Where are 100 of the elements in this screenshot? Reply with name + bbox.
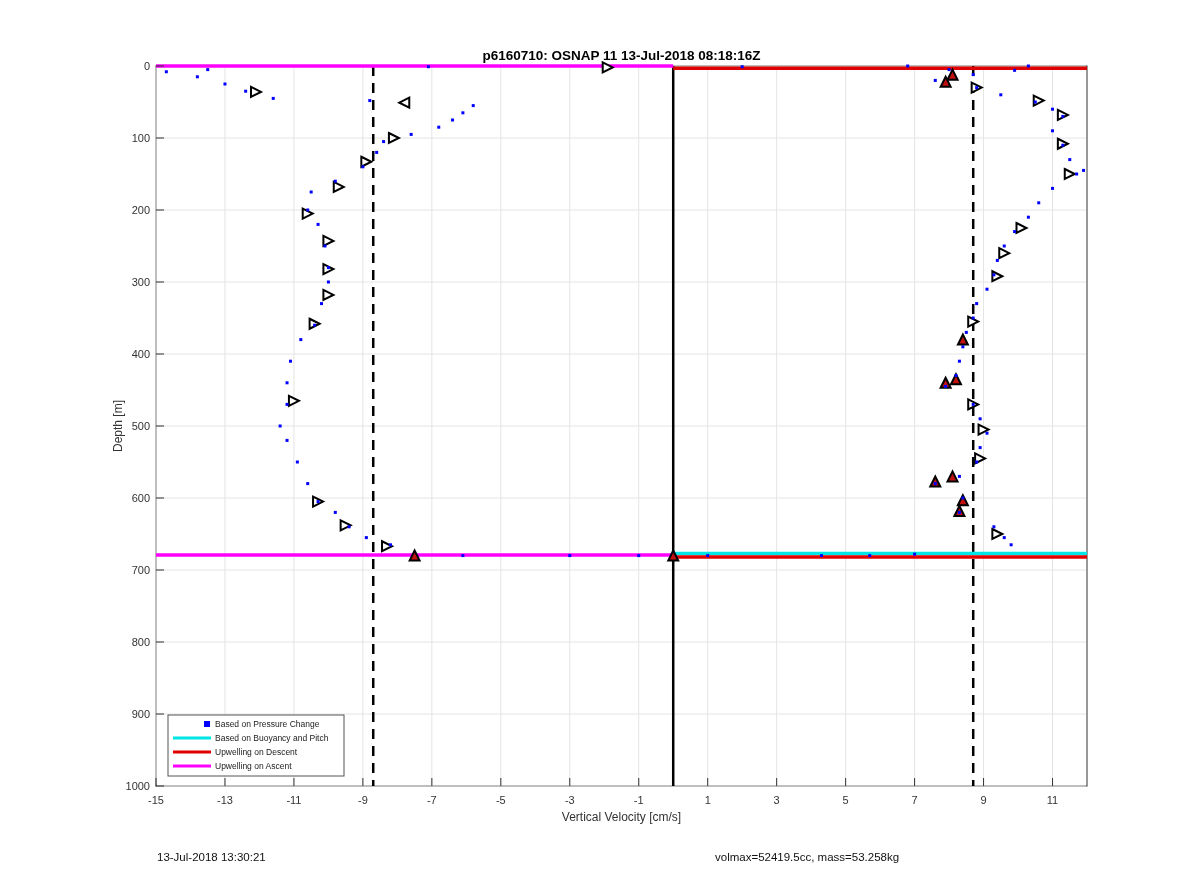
- data-point: [347, 525, 351, 529]
- triangle-marker: [974, 451, 988, 465]
- data-point: [971, 402, 975, 406]
- triangle-marker: [287, 394, 302, 408]
- data-point: [1026, 64, 1030, 68]
- data-point: [451, 118, 455, 122]
- data-point: [978, 417, 982, 421]
- y-tick-label: 0: [143, 60, 150, 72]
- data-point: [992, 273, 996, 277]
- x-tick-label: -7: [426, 794, 437, 806]
- data-point: [1051, 107, 1054, 111]
- data-point: [295, 460, 299, 464]
- data-point: [944, 384, 948, 388]
- data-point: [975, 302, 979, 306]
- legend-label: Based on Buoyancy and Pitch: [215, 733, 329, 743]
- data-point: [368, 99, 372, 103]
- triangle-marker: [332, 180, 346, 194]
- triangle-marker: [322, 262, 336, 276]
- data-point: [706, 554, 710, 558]
- data-point: [637, 554, 641, 558]
- triangle-marker: [381, 539, 395, 553]
- triangle-marker: [322, 234, 336, 248]
- data-point: [1013, 230, 1017, 234]
- data-point: [1061, 143, 1065, 147]
- data-point: [375, 150, 379, 154]
- triangle-marker: [250, 85, 264, 99]
- triangle-marker: [1056, 137, 1071, 151]
- triangle-marker: [991, 527, 1005, 541]
- data-point: [271, 96, 275, 100]
- data-point: [992, 525, 996, 529]
- x-tick-label: -15: [148, 794, 164, 806]
- data-point: [471, 104, 475, 108]
- chart-title: p6160710: OSNAP 11 13-Jul-2018 08:18:16Z: [482, 48, 761, 63]
- legend-label: Upwelling on Descent: [215, 747, 298, 757]
- data-point: [316, 222, 320, 226]
- triangle-marker: [1032, 93, 1046, 108]
- triangle-marker: [301, 207, 315, 221]
- data-point: [388, 543, 392, 547]
- triangle-marker: [339, 518, 353, 532]
- triangle-marker: [956, 332, 970, 346]
- y-tick-label: 800: [131, 636, 150, 648]
- timestamp: 13-Jul-2018 13:30:21: [157, 851, 267, 863]
- data-point: [1068, 158, 1072, 162]
- data-point: [913, 552, 917, 556]
- data-point: [333, 510, 337, 514]
- data-point: [985, 431, 989, 435]
- triangle-marker: [1015, 221, 1029, 235]
- triangle-marker: [360, 155, 374, 169]
- data-point: [1033, 100, 1037, 104]
- x-tick-label: 3: [773, 794, 780, 806]
- data-point: [164, 70, 168, 74]
- triangle-marker: [998, 246, 1012, 260]
- data-point: [995, 258, 999, 262]
- triangle-marker: [977, 423, 991, 437]
- data-point: [1026, 215, 1030, 219]
- x-tick-label: 11: [1046, 794, 1059, 806]
- data-point: [868, 554, 872, 558]
- data-point: [957, 359, 961, 363]
- data-point: [1075, 172, 1079, 176]
- data-point: [978, 446, 982, 450]
- y-tick-label: 500: [131, 420, 150, 432]
- data-point: [461, 554, 465, 558]
- x-tick-label: -13: [217, 794, 233, 806]
- triangle-marker: [949, 371, 963, 386]
- legend-label: Based on Pressure Change: [215, 719, 320, 729]
- data-point: [933, 78, 937, 82]
- y-tick-label: 900: [131, 708, 150, 720]
- parameters-text: volmax=52419.5cc, mass=53.258kg: [715, 851, 900, 863]
- data-point: [1061, 114, 1065, 118]
- data-point: [975, 86, 979, 90]
- x-axis-label: Vertical Velocity [cm/s]: [561, 810, 682, 824]
- data-point: [306, 208, 310, 212]
- data-point: [244, 89, 248, 93]
- triangle-marker: [967, 315, 981, 329]
- data-point: [437, 125, 441, 129]
- data-point: [961, 496, 965, 500]
- data-point: [954, 374, 958, 378]
- triangle-marker: [945, 67, 960, 81]
- data-point: [1009, 543, 1013, 547]
- y-tick-label: 300: [131, 276, 150, 288]
- data-point: [568, 554, 572, 558]
- data-point: [206, 68, 210, 72]
- data-point: [1051, 186, 1054, 190]
- y-tick-label: 200: [131, 204, 150, 216]
- y-tick-label: 700: [131, 564, 150, 576]
- data-point: [1013, 68, 1017, 72]
- data-point: [971, 316, 975, 320]
- data-point: [333, 179, 337, 183]
- data-point: [1002, 244, 1006, 248]
- data-point: [461, 111, 465, 115]
- data-point: [320, 302, 323, 306]
- data-point: [382, 140, 386, 144]
- y-axis-label: Depth [m]: [111, 400, 125, 452]
- data-point: [326, 266, 330, 270]
- data-point: [195, 75, 199, 79]
- data-point: [409, 132, 413, 136]
- data-point: [957, 474, 961, 478]
- data-point: [289, 359, 292, 363]
- data-point: [364, 536, 368, 540]
- data-point: [1037, 201, 1041, 205]
